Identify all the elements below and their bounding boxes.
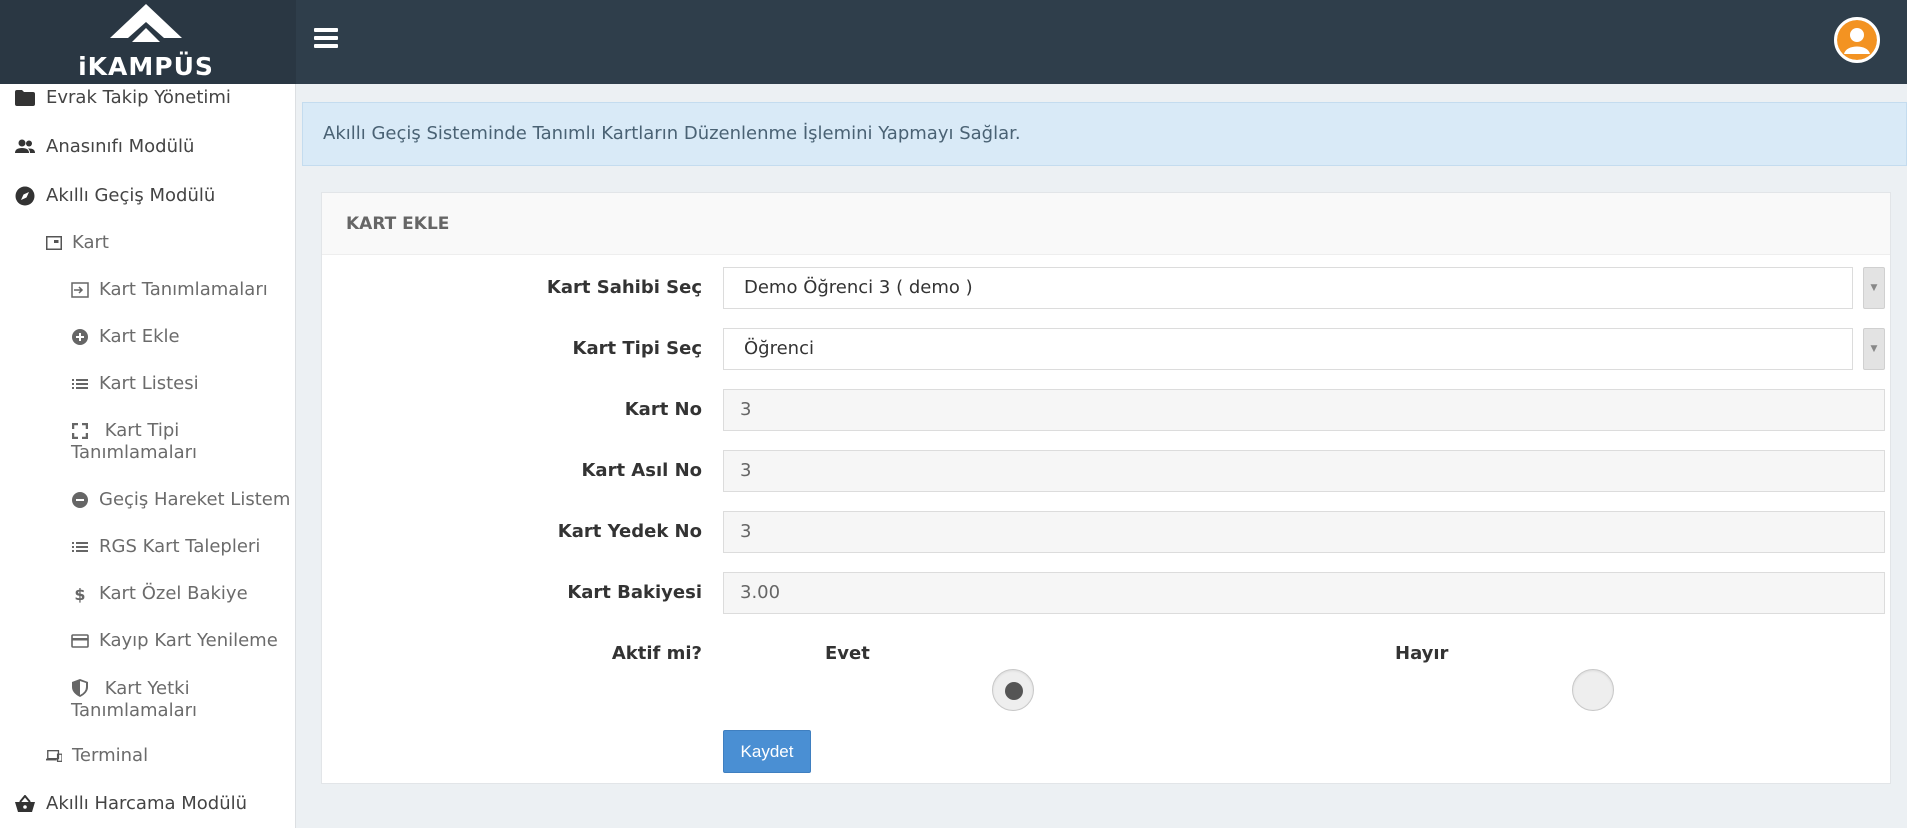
sidebar-item-gecis-hareket[interactable]: Geçiş Hareket Listem — [71, 489, 290, 510]
card-icon — [46, 235, 62, 251]
active-no-radio[interactable] — [1572, 669, 1614, 711]
sidebar-item-label: Akıllı Harcama Modülü — [46, 793, 248, 814]
sidebar-item-akilli-harcama[interactable]: Akıllı Harcama Modülü — [14, 793, 247, 815]
sidebar-item-anasinifi[interactable]: Anasınıfı Modülü — [14, 136, 194, 158]
compass-icon — [14, 185, 36, 207]
sidebar-item-label: Terminal — [72, 745, 149, 766]
sidebar-item-label: Anasınıfı Modülü — [46, 136, 195, 157]
panel-header: KART EKLE — [322, 193, 1890, 255]
sidebar-item-label: Kart Tipi Tanımlamaları — [71, 420, 198, 463]
sidebar-item-label: Kart Listesi — [99, 373, 199, 394]
backup-no-label: Kart Yedek No — [557, 521, 702, 542]
card-no-input[interactable]: 3 — [723, 389, 1885, 431]
sidebar-item-label: Kart Özel Bakiye — [99, 583, 248, 604]
save-button[interactable]: Kaydet — [723, 730, 811, 773]
sidebar-item-label: RGS Kart Talepleri — [99, 536, 261, 557]
type-label: Kart Tipi Seç — [572, 338, 702, 359]
owner-select-arrow-icon[interactable]: ▼ — [1863, 267, 1885, 309]
active-yes-label: Evet — [825, 643, 870, 664]
brand-logo[interactable]: iKAMPÜS — [0, 0, 296, 84]
card-no-label: Kart No — [624, 399, 702, 420]
logo-text: iKAMPÜS — [78, 52, 214, 81]
sidebar-item-kart-tanimlamalari[interactable]: Kart Tanımlamaları — [71, 279, 268, 300]
active-no-label: Hayır — [1395, 643, 1449, 664]
sidebar-item-label: Kayıp Kart Yenileme — [99, 630, 278, 651]
owner-select[interactable]: Demo Öğrenci 3 ( demo ) — [723, 267, 1853, 309]
shield-icon — [71, 679, 89, 697]
minus-circle-icon — [71, 491, 89, 509]
sidebar-item-kart-ozel-bakiye[interactable]: $ Kart Özel Bakiye — [71, 583, 248, 604]
type-select-arrow-icon[interactable]: ▼ — [1863, 328, 1885, 370]
basket-icon — [14, 793, 36, 815]
expand-icon — [71, 422, 89, 440]
info-alert: Akıllı Geçiş Sisteminde Tanımlı Kartları… — [302, 102, 1907, 166]
sidebar-item-label: Geçiş Hareket Listem — [99, 489, 291, 510]
sidebar-item-label: Kart Ekle — [99, 326, 180, 347]
logo-mark-icon — [110, 4, 182, 42]
list-icon — [71, 538, 89, 556]
sidebar-item-kayip-kart[interactable]: Kayıp Kart Yenileme — [71, 630, 278, 651]
balance-input[interactable]: 3.00 — [723, 572, 1885, 614]
sidebar-item-evrak-takip[interactable]: Evrak Takip Yönetimi — [14, 87, 231, 109]
sidebar-item-label: Akıllı Geçiş Modülü — [46, 185, 216, 206]
devices-icon — [46, 748, 62, 764]
sidebar-item-terminal[interactable]: Terminal — [46, 745, 148, 766]
sidebar-item-kart[interactable]: Kart — [46, 232, 109, 253]
active-label: Aktif mi? — [611, 643, 702, 664]
users-icon — [14, 136, 36, 158]
sidebar-item-label: Kart Yetki Tanımlamaları — [71, 678, 198, 721]
sidebar-item-kart-listesi[interactable]: Kart Listesi — [71, 373, 199, 394]
sidebar-item-kart-yetki[interactable]: Kart Yetki Tanımlamaları — [71, 677, 291, 722]
sidebar-item-label: Kart — [72, 232, 109, 253]
sidebar-item-label: Evrak Takip Yönetimi — [46, 87, 231, 108]
owner-label: Kart Sahibi Seç — [546, 277, 702, 298]
sidebar-item-kart-tipi[interactable]: Kart Tipi Tanımlamaları — [71, 420, 291, 464]
plus-circle-icon — [71, 328, 89, 346]
kart-ekle-panel: KART EKLE Kart Sahibi Seç Demo Öğrenci 3… — [321, 192, 1891, 784]
sidebar-item-label: Kart Tanımlamaları — [99, 279, 268, 300]
main-no-label: Kart Asıl No — [581, 460, 702, 481]
active-yes-radio[interactable] — [992, 669, 1034, 711]
hamburger-icon[interactable] — [314, 28, 338, 50]
avatar-figure — [1837, 20, 1877, 60]
type-select[interactable]: Öğrenci — [723, 328, 1853, 370]
sidebar-item-kart-ekle[interactable]: Kart Ekle — [71, 326, 180, 347]
list-icon — [71, 375, 89, 393]
balance-label: Kart Bakiyesi — [567, 582, 702, 603]
radio-selected-dot — [1005, 682, 1023, 700]
backup-no-input[interactable]: 3 — [723, 511, 1885, 553]
sidebar-item-rgs-kart[interactable]: RGS Kart Talepleri — [71, 536, 260, 557]
dollar-icon: $ — [74, 584, 86, 604]
login-icon — [71, 281, 89, 299]
panel-title: KART EKLE — [346, 214, 450, 234]
credit-card-icon — [71, 632, 89, 650]
main-no-input[interactable]: 3 — [723, 450, 1885, 492]
folder-icon — [14, 87, 36, 109]
sidebar-item-akilli-gecis[interactable]: Akıllı Geçiş Modülü — [14, 185, 215, 207]
sidebar: Evrak Takip Yönetimi Anasınıfı Modülü Ak… — [0, 84, 296, 828]
top-bar: iKAMPÜS — [0, 0, 1907, 84]
user-avatar-icon[interactable] — [1834, 17, 1880, 63]
